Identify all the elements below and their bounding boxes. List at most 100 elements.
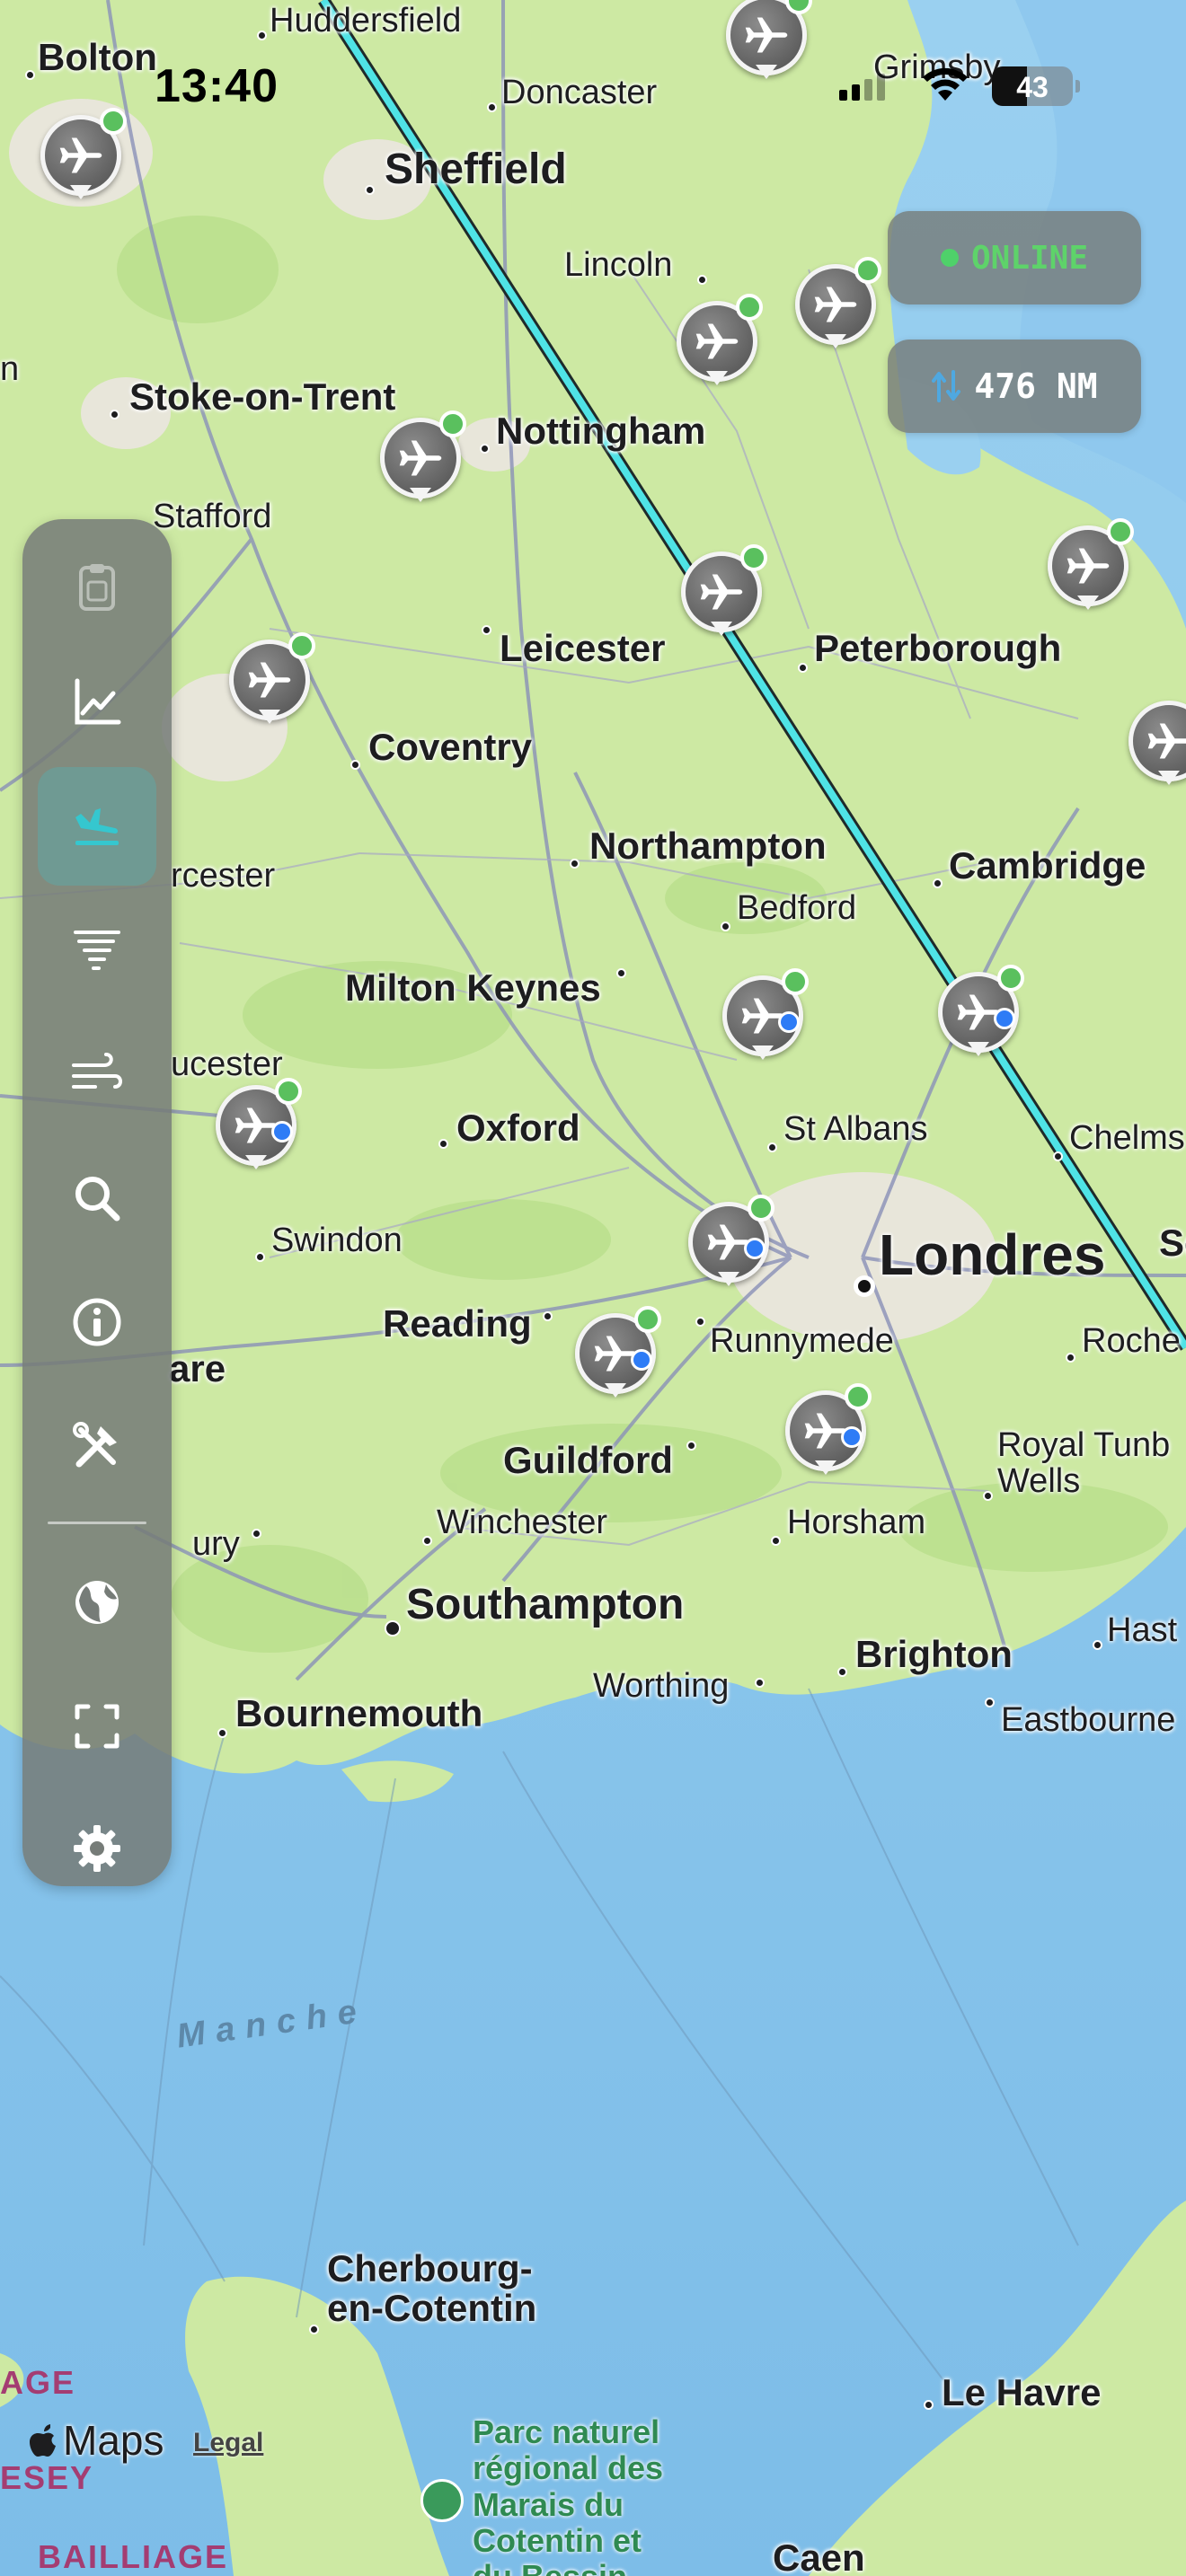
aircraft-marker[interactable] [938,965,1024,1065]
place-label: Bedford [721,890,856,931]
aircraft-status-dot [634,1306,661,1333]
aircraft-marker[interactable] [677,294,763,394]
info-icon [73,1298,121,1346]
place-label: Northampton [570,825,827,869]
tornado-button[interactable] [38,891,156,1010]
info-button[interactable] [38,1263,156,1381]
aircraft-selected-dot [744,1238,766,1259]
chart-icon [75,678,121,725]
tools-button[interactable] [38,1387,156,1505]
aircraft-status-dot [740,544,767,571]
airplane-icon [1067,548,1110,584]
clipboard-button[interactable] [38,528,156,647]
place-label: Swindon [255,1222,403,1262]
side-toolbar [22,519,172,1886]
place-label: Nottingham [480,410,705,454]
place-label: n [0,350,20,388]
bailiwick-label: AGE [0,2364,76,2401]
aircraft-status-dot [1107,518,1134,545]
place-label: ury [192,1526,261,1563]
airplane-icon [248,662,291,698]
place-label: Cambridge [933,845,1146,888]
aircraft-status-dot [997,965,1024,992]
online-status-pill[interactable]: ONLINE [888,211,1141,304]
aircraft-marker[interactable] [785,1383,872,1484]
airplane-icon [700,574,743,610]
fullscreen-icon [75,1704,119,1749]
globe-button[interactable] [38,1543,156,1662]
place-label: Leicester [482,625,665,668]
wifi-icon [923,67,968,101]
aircraft-marker[interactable] [380,410,466,511]
apple-maps-logo: Maps [27,2416,164,2465]
gear-icon [74,1825,120,1872]
aircraft-status-dot [288,632,315,659]
place-label: Oxford [438,1107,580,1149]
aircraft-marker[interactable] [688,1195,774,1295]
place-label: Reading [383,1303,553,1344]
aircraft-marker[interactable] [575,1306,661,1407]
place-label: Southampton [385,1582,684,1636]
place-label: Caen [773,2536,865,2576]
search-icon [75,1177,120,1222]
search-button[interactable] [38,1139,156,1257]
aircraft-marker[interactable] [1128,701,1186,794]
aircraft-status-dot [845,1383,872,1410]
aircraft-status-dot [439,410,466,437]
place-label: Roche [1066,1323,1181,1363]
aircraft-status-dot [748,1195,774,1222]
tools-icon [73,1422,117,1468]
plane-landing-icon [75,808,119,845]
battery-indicator: 43 [992,66,1080,106]
place-label: Se [1159,1222,1186,1264]
aircraft-marker[interactable] [216,1078,302,1178]
aircraft-marker[interactable] [722,968,809,1069]
airplane-icon [695,323,739,359]
aircraft-status-dot [736,294,763,321]
place-label: are [169,1347,226,1389]
route-arrows-icon [932,370,961,402]
place-label: rcester [171,857,276,895]
park-icon [420,2479,464,2522]
airplane-icon [399,440,442,476]
place-label: Horsham [771,1504,925,1546]
airplane-icon [1147,723,1186,759]
place-label: Bournemouth [217,1693,482,1738]
place-label: St Albans [767,1111,928,1152]
place-label: Royal Tunb Wells [983,1427,1170,1501]
online-dot-icon [940,249,959,267]
place-label: Chelms [1053,1120,1185,1161]
aircraft-selected-dot [841,1426,863,1448]
aircraft-status-dot [275,1078,302,1105]
aircraft-marker[interactable] [795,257,881,357]
distance-label: 476 NM [974,366,1098,406]
maps-label: Maps [63,2417,164,2464]
place-label: Stoke-on-Trent [110,376,395,419]
chart-button[interactable] [38,643,156,762]
clock: 13:40 [155,60,279,112]
place-label: Cherbourg- en-Cotentin [309,2248,536,2334]
aircraft-marker[interactable] [1048,518,1134,619]
place-label: Winchester [422,1504,607,1546]
airplane-icon [814,287,857,322]
tornado-icon [74,931,120,970]
aircraft-selected-dot [994,1008,1015,1029]
place-label: Worthing [593,1668,765,1705]
bailiwick-label: ESEY [0,2459,94,2496]
clipboard-icon [79,564,115,611]
distance-pill[interactable]: 476 NM [888,340,1141,433]
globe-icon [75,1581,119,1624]
bailiwick-label: BAILLIAGE [38,2538,228,2575]
aircraft-marker[interactable] [681,544,767,645]
fullscreen-button[interactable] [38,1667,156,1786]
place-label: Hast [1093,1612,1177,1650]
arrival-button[interactable] [38,767,156,886]
aircraft-selected-dot [778,1011,800,1033]
toolbar-divider [48,1522,146,1524]
park-label: Parc naturel régional des Marais du Cote… [473,2413,664,2576]
legal-link[interactable]: Legal [193,2428,263,2458]
aircraft-marker[interactable] [229,632,315,733]
wind-button[interactable] [38,1015,156,1134]
status-bar: 13:40 43 [0,0,1186,171]
settings-button[interactable] [38,1789,156,1908]
